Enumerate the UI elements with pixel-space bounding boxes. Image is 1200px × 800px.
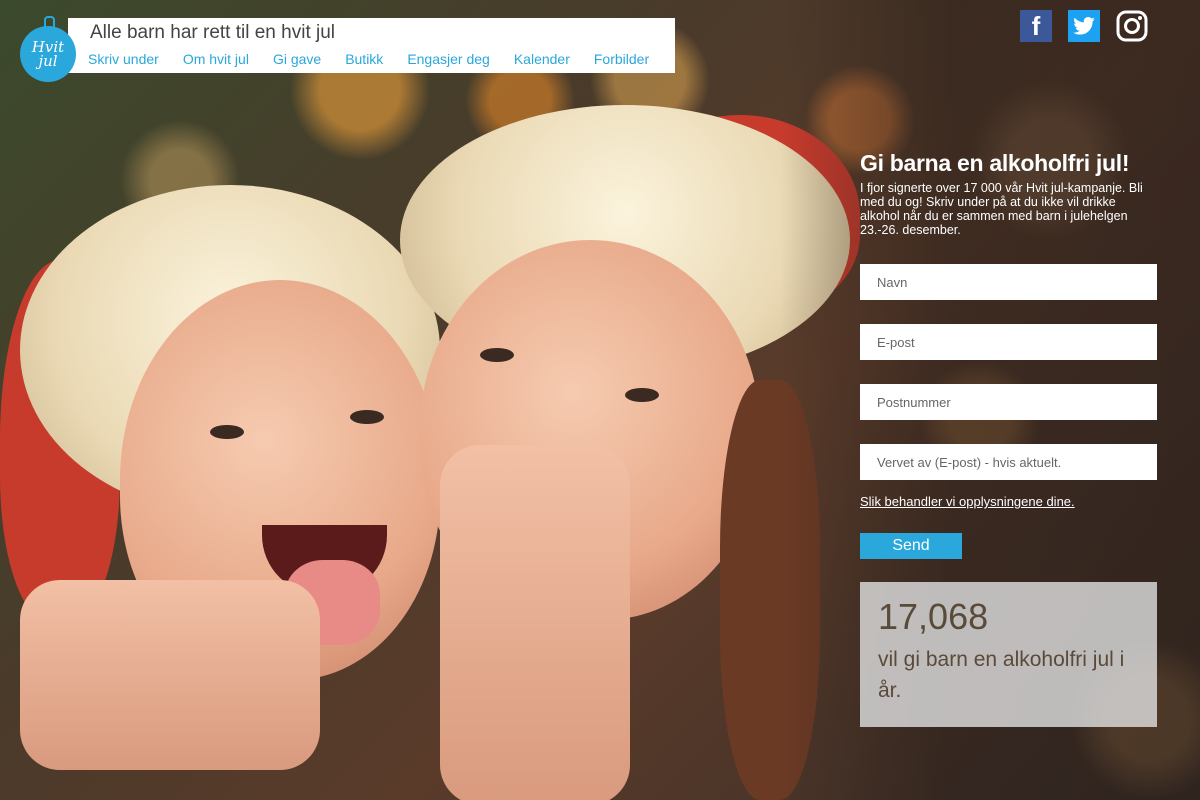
- send-button[interactable]: Send: [860, 533, 962, 559]
- instagram-icon[interactable]: [1116, 10, 1148, 42]
- signature-counter: 17,068 vil gi barn en alkoholfri jul i å…: [860, 582, 1157, 727]
- site-logo[interactable]: Hvit jul: [20, 26, 76, 82]
- main-nav: Skriv under Om hvit jul Gi gave Butikk E…: [88, 51, 649, 67]
- twitter-icon[interactable]: [1068, 10, 1100, 42]
- signup-intro: I fjor signerte over 17 000 vår Hvit jul…: [860, 181, 1143, 237]
- instagram-glyph-icon: [1116, 10, 1148, 42]
- nav-forbilder[interactable]: Forbilder: [594, 51, 649, 67]
- eye-decor: [210, 425, 244, 439]
- social-links: f: [1020, 10, 1148, 42]
- twitter-bird-icon: [1073, 17, 1095, 35]
- site-title: Alle barn har rett til en hvit jul: [90, 22, 336, 43]
- site-header: Hvit jul Alle barn har rett til en hvit …: [18, 16, 675, 82]
- eye-decor: [350, 410, 384, 424]
- hand-decor: [440, 445, 630, 800]
- postal-code-field[interactable]: [860, 384, 1157, 420]
- email-field[interactable]: [860, 324, 1157, 360]
- eye-decor: [480, 348, 514, 362]
- header-bar: Alle barn har rett til en hvit jul Skriv…: [68, 18, 675, 73]
- signature-count: 17,068: [878, 596, 989, 637]
- name-field[interactable]: [860, 264, 1157, 300]
- signature-count-text: vil gi barn en alkoholfri jul i år.: [878, 648, 1125, 702]
- signup-heading: Gi barna en alkoholfri jul!: [860, 150, 1130, 176]
- privacy-link[interactable]: Slik behandler vi opplysningene dine.: [860, 494, 1075, 509]
- nav-gi-gave[interactable]: Gi gave: [273, 51, 321, 67]
- nav-om-hvit-jul[interactable]: Om hvit jul: [183, 51, 249, 67]
- facebook-icon[interactable]: f: [1020, 10, 1052, 42]
- hand-decor: [20, 580, 320, 770]
- signup-panel: Gi barna en alkoholfri jul! I fjor signe…: [860, 150, 1157, 237]
- eye-decor: [625, 388, 659, 402]
- nav-kalender[interactable]: Kalender: [514, 51, 570, 67]
- referrer-email-field[interactable]: [860, 444, 1157, 480]
- nav-engasjer-deg[interactable]: Engasjer deg: [407, 51, 490, 67]
- nav-butikk[interactable]: Butikk: [345, 51, 383, 67]
- nav-skriv-under[interactable]: Skriv under: [88, 51, 159, 67]
